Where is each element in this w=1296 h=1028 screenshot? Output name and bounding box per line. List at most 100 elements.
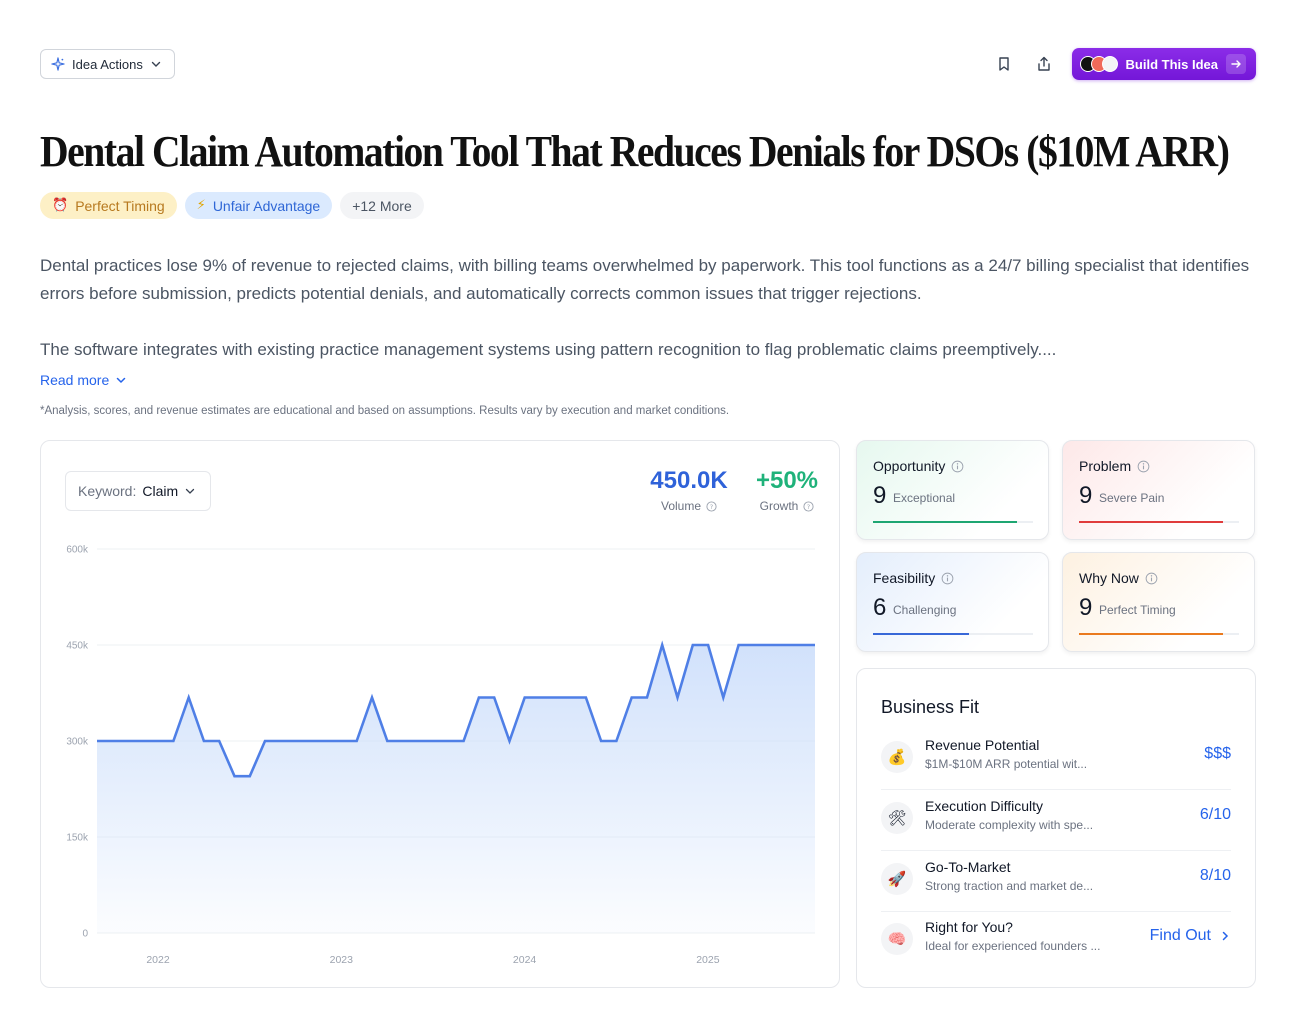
fit-row-execution-difficulty[interactable]: 🛠 Execution Difficulty Moderate complexi…	[881, 798, 1231, 858]
score-bar-track	[873, 521, 1033, 523]
sparkle-icon	[51, 57, 65, 71]
find-out-link[interactable]: Find Out	[1150, 927, 1231, 945]
top-bar: Idea Actions Build This Idea	[40, 48, 1256, 80]
partner-logo-icon	[1101, 56, 1118, 72]
fit-name: Right for You?	[925, 919, 1013, 935]
x-tick-label: 2025	[696, 954, 720, 966]
fit-subtitle: Strong traction and market de...	[925, 879, 1094, 893]
growth-label: Growth	[759, 499, 799, 513]
growth-metric: +50% Growth ?	[747, 465, 827, 513]
x-tick-label: 2023	[330, 954, 354, 966]
fit-row-revenue-potential[interactable]: 💰 Revenue Potential $1M-$10M ARR potenti…	[881, 737, 1231, 797]
share-button[interactable]	[1032, 52, 1056, 76]
lightning-icon: ⚡	[196, 198, 206, 213]
score-card-problem[interactable]: Problem 9 Severe Pain	[1062, 440, 1255, 540]
find-out-label: Find Out	[1149, 927, 1211, 944]
score-value: 9	[873, 482, 887, 509]
keyword-label: Keyword:	[78, 483, 137, 499]
score-card-opportunity[interactable]: Opportunity 9 Exceptional	[856, 440, 1049, 540]
tag-more[interactable]: +12 More	[340, 192, 424, 219]
score-label: Feasibility	[873, 570, 936, 586]
bookmark-button[interactable]	[992, 52, 1016, 76]
score-label: Why Now	[1079, 570, 1139, 586]
score-label-row: Problem	[1079, 458, 1150, 474]
build-this-idea-button[interactable]: Build This Idea	[1071, 48, 1256, 80]
fit-name: Execution Difficulty	[925, 798, 1044, 814]
keyword-value: Claim	[142, 483, 179, 499]
divider	[881, 789, 1231, 790]
help-icon[interactable]: ?	[706, 500, 717, 512]
chevron-down-icon	[185, 488, 195, 494]
read-more-label: Read more	[40, 372, 110, 388]
svg-text:?: ?	[710, 502, 713, 510]
fit-row-go-to-market[interactable]: 🚀 Go-To-Market Strong traction and marke…	[881, 859, 1231, 919]
score-description: Challenging	[893, 603, 957, 617]
score-label: Opportunity	[873, 458, 946, 474]
tag-label: Unfair Advantage	[212, 197, 321, 214]
idea-actions-label: Idea Actions	[72, 56, 143, 72]
fit-subtitle: Ideal for experienced founders ...	[925, 939, 1101, 953]
score-label-row: Opportunity	[873, 458, 964, 474]
tag-list: ⏰ Perfect Timing ⚡ Unfair Advantage +12 …	[40, 192, 424, 219]
chevron-down-icon	[117, 377, 126, 384]
info-icon[interactable]	[941, 572, 954, 585]
score-label-row: Why Now	[1079, 570, 1158, 586]
score-bar-track	[1079, 633, 1239, 635]
growth-label-row: Growth ?	[747, 499, 827, 513]
fit-row-right-for-you[interactable]: 🧠 Right for You? Ideal for experienced f…	[881, 919, 1231, 979]
chevron-down-icon	[151, 61, 161, 67]
description-paragraph: Dental practices lose 9% of revenue to r…	[40, 256, 1250, 303]
tag-unfair-advantage[interactable]: ⚡ Unfair Advantage	[184, 192, 333, 219]
score-value: 6	[873, 594, 887, 621]
score-label: Problem	[1079, 458, 1132, 474]
score-label-row: Feasibility	[873, 570, 954, 586]
score-bar-track	[1079, 521, 1239, 523]
score-value: 9	[1079, 594, 1093, 621]
score-description: Severe Pain	[1099, 491, 1165, 505]
fit-name: Go-To-Market	[925, 859, 1011, 875]
share-icon	[1037, 56, 1050, 71]
description: Dental practices lose 9% of revenue to r…	[40, 252, 1256, 364]
partner-logos	[1079, 56, 1118, 72]
description-paragraph: The software integrates with existing pr…	[40, 340, 1057, 359]
volume-metric: 450.0K Volume ?	[649, 465, 729, 513]
info-icon[interactable]	[1137, 460, 1150, 473]
top-actions: Build This Idea	[992, 48, 1256, 80]
score-bar-track	[873, 633, 1033, 635]
tag-label: +12 More	[352, 197, 412, 214]
fit-subtitle: Moderate complexity with spe...	[925, 818, 1094, 832]
help-icon[interactable]: ?	[803, 500, 814, 512]
score-value: 9	[1079, 482, 1093, 509]
idea-actions-button[interactable]: Idea Actions	[40, 49, 175, 79]
fit-value: 6/10	[1199, 806, 1231, 823]
score-description: Perfect Timing	[1099, 603, 1176, 617]
info-icon[interactable]	[951, 460, 964, 473]
score-card-feasibility[interactable]: Feasibility 6 Challenging	[856, 552, 1049, 652]
tools-icon: 🛠	[881, 802, 913, 834]
disclaimer: *Analysis, scores, and revenue estimates…	[40, 405, 730, 417]
svg-text:?: ?	[807, 502, 810, 510]
brain-icon: 🧠	[881, 923, 913, 955]
info-icon[interactable]	[1145, 572, 1158, 585]
x-tick-label: 2024	[513, 954, 537, 966]
volume-value: 450.0K	[650, 467, 728, 494]
chevron-right-icon	[1222, 931, 1229, 941]
y-tick-label: 450k	[66, 641, 89, 652]
score-bar-fill	[873, 633, 969, 635]
trend-chart: 0 150k 300k 450k 600k 2022 2023 2024 2025	[66, 545, 815, 966]
y-tick-label: 300k	[66, 737, 89, 748]
keyword-trend-card: Keyword: Claim 450.0K Volume ? +50% Grow…	[40, 440, 840, 988]
x-tick-label: 2022	[146, 954, 170, 966]
y-tick-label: 150k	[66, 833, 89, 844]
tag-perfect-timing[interactable]: ⏰ Perfect Timing	[40, 192, 177, 219]
keyword-select[interactable]: Keyword: Claim	[65, 471, 212, 511]
score-bar-fill	[1079, 633, 1223, 635]
divider	[881, 850, 1231, 851]
score-bar-fill	[873, 521, 1017, 523]
arrow-right-icon	[1226, 54, 1246, 74]
read-more-link[interactable]: Read more	[40, 372, 127, 388]
fit-value: $$$	[1204, 745, 1231, 762]
growth-value: +50%	[755, 467, 819, 494]
y-tick-label: 600k	[66, 545, 89, 556]
score-card-why-now[interactable]: Why Now 9 Perfect Timing	[1062, 552, 1255, 652]
